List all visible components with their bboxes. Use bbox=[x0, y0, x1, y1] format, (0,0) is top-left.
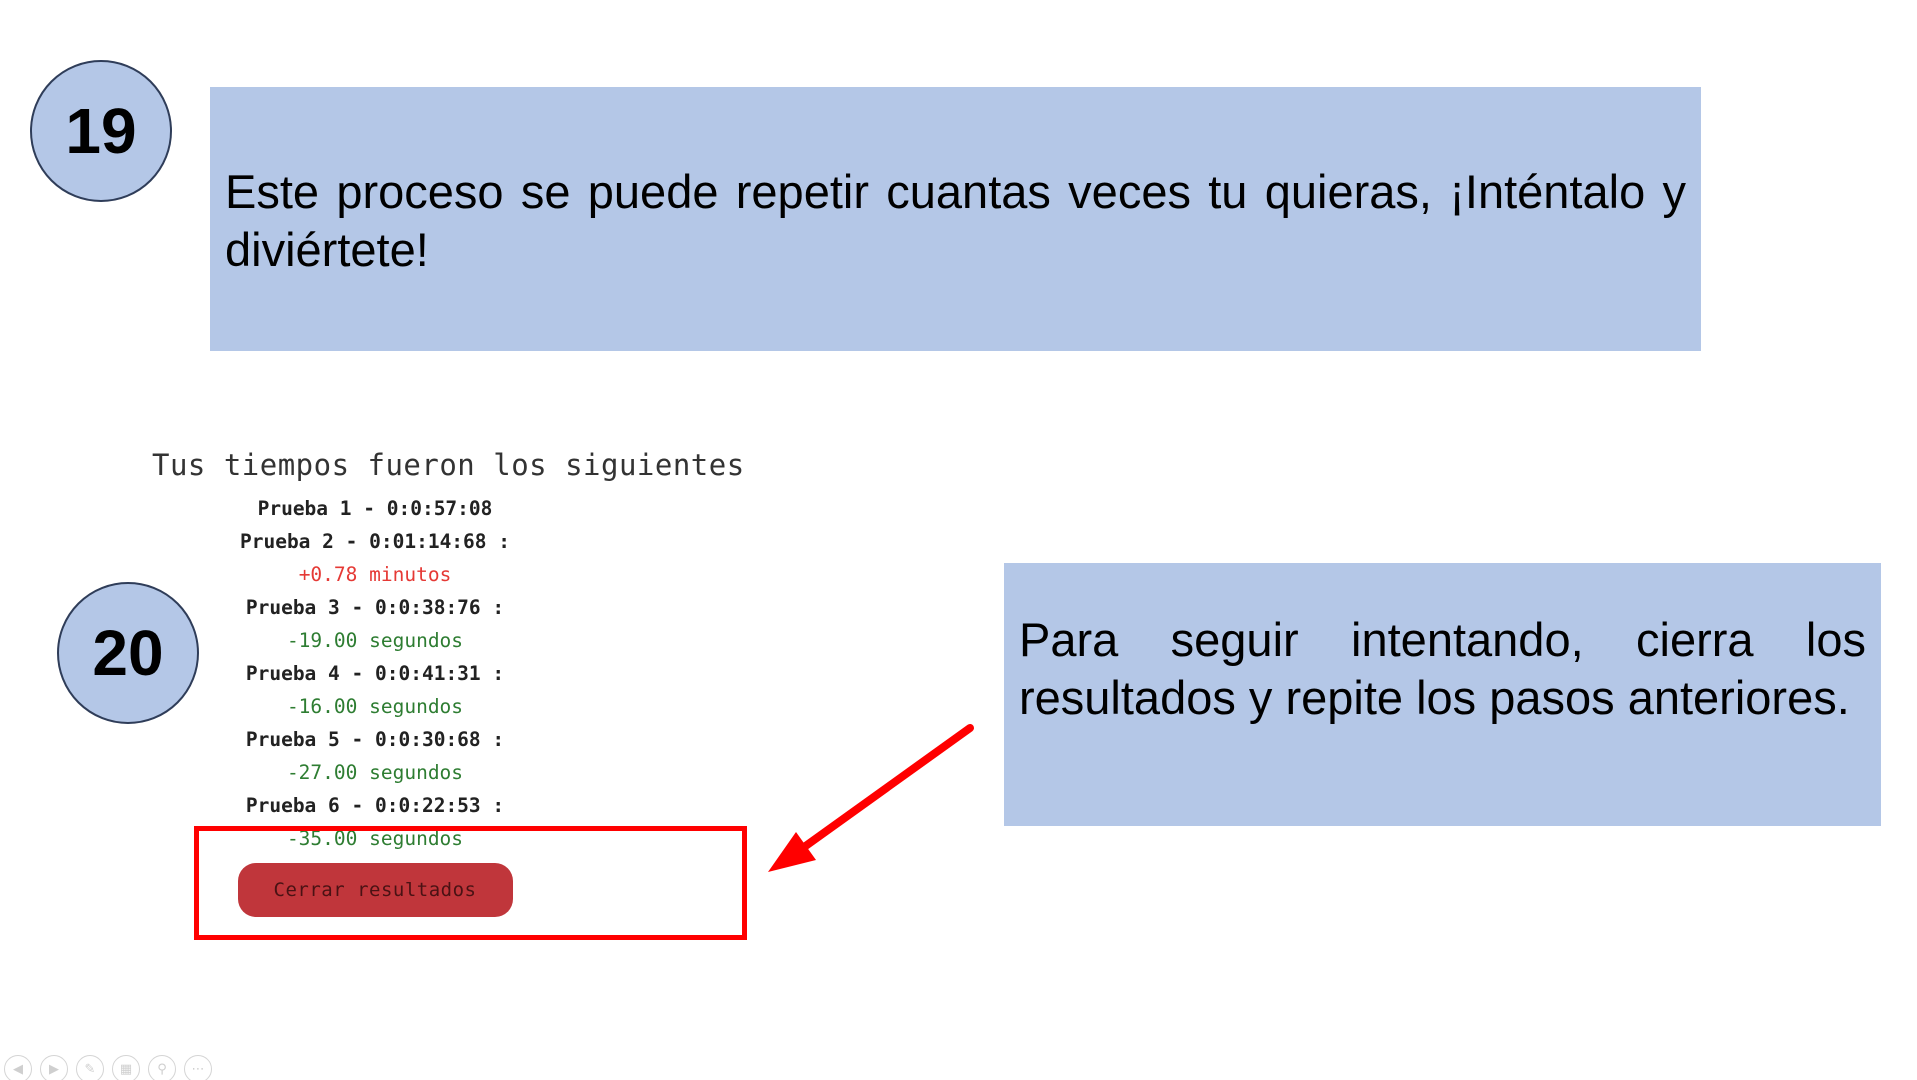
zoom-icon[interactable]: ⚲ bbox=[148, 1055, 176, 1080]
more-icon[interactable]: ⋯ bbox=[184, 1055, 212, 1080]
next-icon[interactable]: ▶ bbox=[40, 1055, 68, 1080]
pointer-arrow bbox=[768, 724, 974, 872]
slide: 19 Este proceso se puede repetir cuantas… bbox=[0, 0, 1917, 1080]
slides-icon[interactable]: ▦ bbox=[112, 1055, 140, 1080]
prev-icon[interactable]: ◀ bbox=[4, 1055, 32, 1080]
pen-icon[interactable]: ✎ bbox=[76, 1055, 104, 1080]
presentation-toolbar: ◀ ▶ ✎ ▦ ⚲ ⋯ bbox=[4, 1055, 212, 1080]
